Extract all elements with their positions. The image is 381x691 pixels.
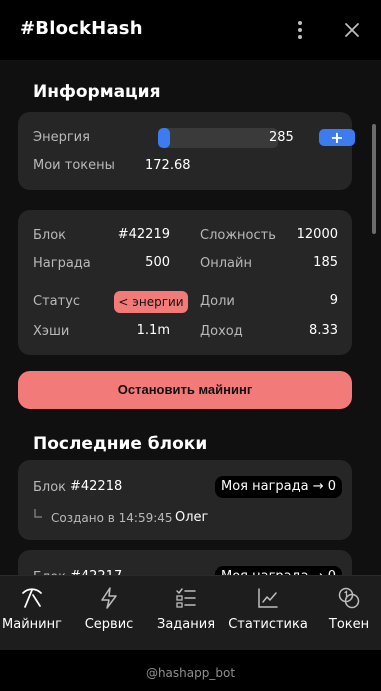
stop-mining-button[interactable]: Остановить майнинг — [18, 371, 352, 409]
bot-username: @hashapp_bot — [145, 666, 236, 680]
add-energy-button[interactable]: + — [319, 129, 355, 146]
lightning-icon — [101, 587, 117, 609]
tokens-label: Мои токены — [33, 158, 115, 173]
nav-label-statistics: Статистика — [228, 617, 308, 632]
info-section-title: Информация — [33, 82, 161, 102]
chart-icon — [258, 588, 278, 608]
block-author: Олег — [175, 510, 209, 525]
close-icon[interactable] — [342, 20, 362, 40]
block-value: #42219 — [117, 227, 170, 242]
nav-label-tasks: Задания — [156, 617, 216, 632]
mining-stats-card: Блок #42219 Сложность 12000 Награда 500 … — [18, 210, 352, 355]
shares-value: 9 — [329, 293, 338, 308]
nav-item-tasks[interactable]: Задания — [154, 576, 218, 651]
reward-label: Награда — [33, 256, 91, 271]
nav-item-statistics[interactable]: Статистика — [228, 576, 308, 651]
difficulty-label: Сложность — [200, 228, 276, 243]
pickaxe-icon — [22, 588, 42, 608]
checklist-icon — [176, 588, 196, 608]
app-header: #BlockHash — [0, 0, 381, 60]
energy-progress-bar — [158, 128, 278, 148]
tokens-value: 172.68 — [145, 158, 191, 173]
corner-arrow-icon — [34, 509, 42, 518]
shares-label: Доли — [200, 294, 235, 309]
scrollbar[interactable] — [372, 124, 376, 234]
energy-label: Энергия — [33, 130, 90, 145]
more-vertical-icon[interactable] — [292, 20, 308, 40]
online-label: Онлайн — [200, 256, 252, 271]
bottom-navigation: Майнинг Сервис Задания Статистика Токен — [0, 575, 381, 650]
my-reward-badge: Моя награда → 0 — [215, 476, 343, 498]
nav-item-token[interactable]: Токен — [317, 576, 381, 651]
reward-value: 500 — [145, 255, 170, 270]
status-label: Статус — [33, 294, 81, 309]
recent-blocks-title: Последние блоки — [33, 434, 208, 454]
difficulty-value: 12000 — [296, 227, 338, 242]
energy-card: Энергия 285 + Мои токены 172.68 — [18, 112, 355, 190]
nav-label-service: Сервис — [84, 617, 134, 632]
nav-label-mining: Майнинг — [2, 617, 62, 632]
block-label: Блок — [33, 228, 67, 243]
nav-label-token: Токен — [328, 617, 370, 632]
coins-icon — [338, 587, 360, 609]
status-badge: < энергии — [114, 291, 188, 313]
main-content: Информация Энергия 285 + Мои токены 172.… — [0, 60, 381, 650]
nav-item-service[interactable]: Сервис — [77, 576, 141, 651]
recent-block-id: #42218 — [70, 479, 123, 494]
online-value: 185 — [313, 255, 338, 270]
block-created-time: Создано в 14:59:45 — [51, 511, 173, 525]
income-value: 8.33 — [309, 323, 338, 338]
app-title: #BlockHash — [20, 18, 143, 39]
income-label: Доход — [200, 324, 243, 339]
footer: @hashapp_bot — [0, 650, 381, 691]
hashes-value: 1.1m — [136, 323, 170, 338]
recent-block-label: Блок — [33, 480, 67, 495]
nav-item-mining[interactable]: Майнинг — [0, 576, 64, 651]
energy-value: 285 — [269, 130, 294, 145]
energy-progress-fill — [158, 128, 170, 148]
hashes-label: Хэши — [33, 324, 70, 339]
recent-block-card[interactable]: Блок #42218 Моя награда → 0 Создано в 14… — [18, 460, 352, 540]
